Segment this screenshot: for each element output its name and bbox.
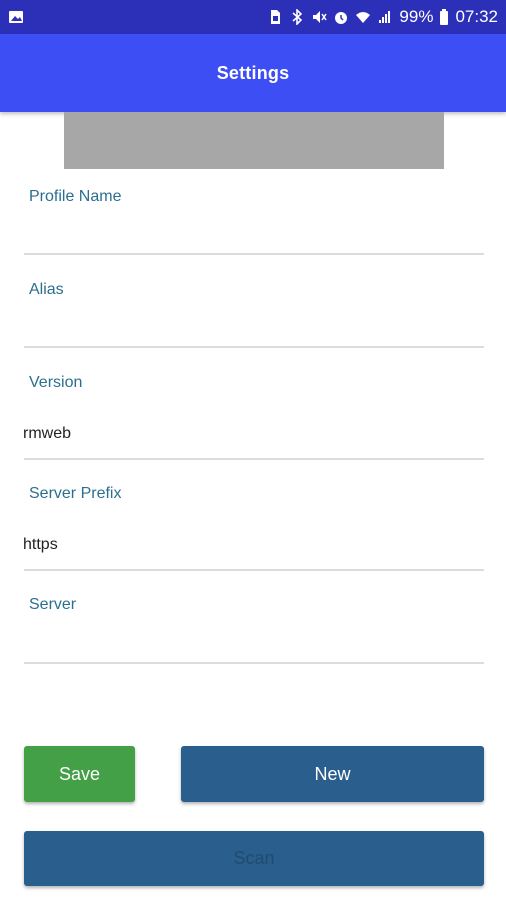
field-underline [24, 346, 484, 348]
new-button[interactable]: New [181, 746, 484, 802]
wifi-icon [355, 9, 371, 25]
scan-button[interactable]: Scan [24, 831, 484, 886]
field-label: Version [29, 374, 83, 391]
app-bar: Settings [0, 34, 506, 112]
sim-icon [267, 9, 283, 25]
logo-image-placeholder [64, 112, 444, 169]
mute-icon [311, 9, 328, 25]
version-field[interactable]: Version rmweb [23, 366, 484, 461]
signal-icon [377, 9, 393, 25]
bluetooth-icon [289, 9, 305, 25]
field-label: Server Prefix [29, 485, 122, 502]
status-bar: 99% 07:32 [0, 0, 506, 34]
field-value[interactable]: https [23, 536, 58, 554]
field-label: Server [29, 596, 77, 613]
profile-name-field[interactable]: Profile Name [24, 180, 484, 256]
image-icon [8, 9, 24, 25]
alias-field[interactable]: Alias [24, 273, 484, 349]
server-field[interactable]: Server [24, 588, 484, 666]
field-underline [24, 662, 484, 664]
page-title: Settings [216, 62, 290, 83]
field-label: Alias [29, 281, 64, 298]
battery-percent: 99% [399, 7, 434, 26]
field-underline [24, 253, 484, 255]
field-label: Profile Name [29, 188, 122, 205]
field-underline [24, 569, 484, 571]
battery-icon [439, 9, 449, 25]
field-value[interactable]: rmweb [23, 425, 71, 443]
save-button[interactable]: Save [24, 746, 135, 802]
clock: 07:32 [455, 7, 498, 26]
server-prefix-field[interactable]: Server Prefix https [23, 477, 484, 572]
alarm-icon [333, 9, 349, 25]
field-underline [24, 458, 484, 460]
